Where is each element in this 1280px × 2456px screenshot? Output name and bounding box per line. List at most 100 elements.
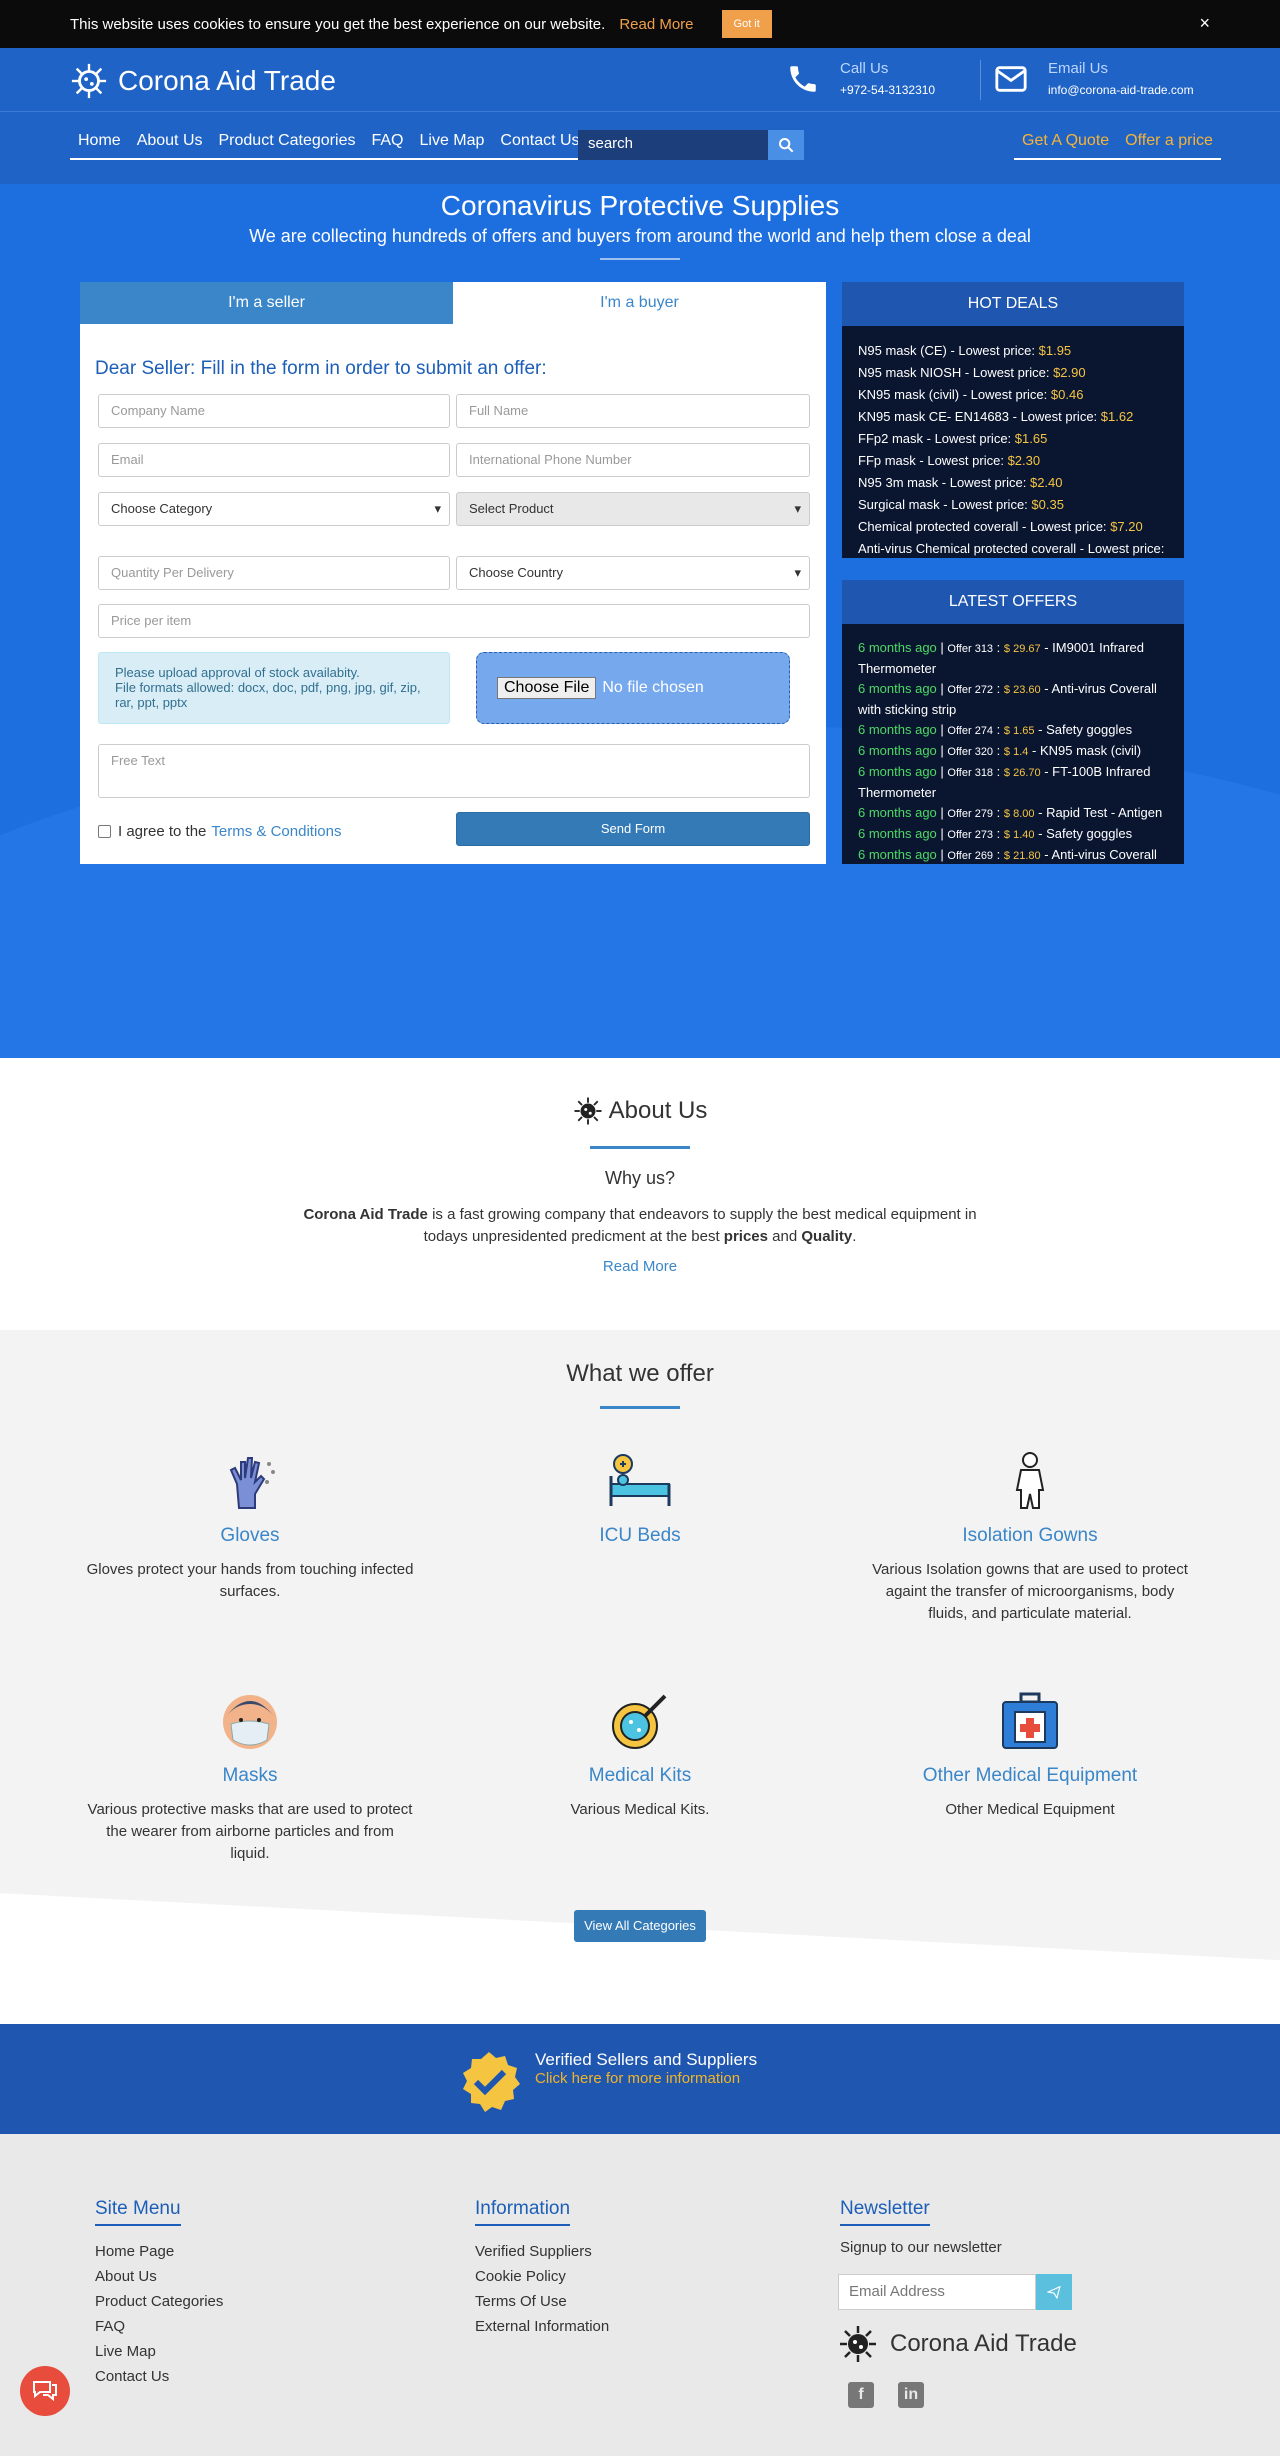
tab-seller[interactable]: I'm a seller: [80, 282, 453, 324]
newsletter-submit-button[interactable]: [1036, 2274, 1072, 2310]
latest-offer-item[interactable]: 6 months ago | Offer 320 : $ 1.4 - KN95 …: [858, 741, 1168, 762]
email-field[interactable]: Email: [98, 443, 450, 477]
tab-buyer[interactable]: I'm a buyer: [453, 282, 826, 324]
linkedin-icon[interactable]: in: [898, 2382, 924, 2408]
offer-number: Offer 272: [947, 684, 994, 696]
hot-deal-name: N95 3m mask - Lowest price:: [858, 475, 1027, 490]
icu-bed-icon: [609, 1454, 671, 1506]
latest-offer-item[interactable]: 6 months ago | Offer 269 : $ 21.80 - Ant…: [858, 845, 1168, 864]
offer-form: I'm a seller I'm a buyer Dear Seller: Fi…: [80, 282, 826, 864]
footer-link-terms[interactable]: Terms Of Use: [475, 2294, 609, 2309]
file-upload-dropzone[interactable]: Choose File No file chosen: [476, 652, 790, 724]
offer-title[interactable]: Isolation Gowns: [865, 1525, 1195, 1547]
nav-product-categories[interactable]: Product Categories: [219, 132, 356, 150]
offer-price: $ 8.00: [1003, 808, 1035, 820]
call-us[interactable]: Call Us +972-54-3132310: [786, 60, 935, 97]
hot-deal-item[interactable]: Anti-virus Chemical protected coverall -…: [858, 538, 1168, 558]
latest-offers-title: LATEST OFFERS: [842, 580, 1184, 624]
nav-contact-us[interactable]: Contact Us: [500, 132, 579, 150]
footer-logo[interactable]: Corona Aid Trade: [838, 2324, 1077, 2364]
hot-deal-item[interactable]: N95 3m mask - Lowest price: $2.40: [858, 472, 1168, 494]
nav-about-us[interactable]: About Us: [137, 132, 203, 150]
footer-link-categories[interactable]: Product Categories: [95, 2294, 223, 2309]
offer-icu-beds[interactable]: ICU Beds: [475, 1450, 805, 1559]
footer-information: Information Verified Suppliers Cookie Po…: [475, 2198, 609, 2334]
footer-link-verified[interactable]: Verified Suppliers: [475, 2244, 609, 2259]
offer-isolation-gowns[interactable]: Isolation Gowns Various Isolation gowns …: [865, 1450, 1195, 1625]
get-quote-link[interactable]: Get A Quote: [1014, 132, 1118, 160]
hot-deal-name: Chemical protected coverall - Lowest pri…: [858, 519, 1107, 534]
cookie-close-button[interactable]: ×: [1199, 13, 1210, 34]
price-field[interactable]: Price per item: [98, 604, 810, 638]
send-form-button[interactable]: Send Form: [456, 812, 810, 846]
nav-home[interactable]: Home: [78, 132, 121, 150]
country-select[interactable]: Choose Country: [456, 556, 810, 590]
verified-more-info-link[interactable]: Click here for more information: [535, 2070, 740, 2087]
about-read-more-link[interactable]: Read More: [0, 1258, 1280, 1275]
offer-title[interactable]: Gloves: [85, 1525, 415, 1547]
quantity-field[interactable]: Quantity Per Delivery: [98, 556, 450, 590]
footer-link-faq[interactable]: FAQ: [95, 2319, 223, 2334]
view-all-categories-button[interactable]: View All Categories: [574, 1910, 706, 1942]
hot-deal-item[interactable]: KN95 mask (civil) - Lowest price: $0.46: [858, 384, 1168, 406]
offer-title[interactable]: Medical Kits: [475, 1765, 805, 1787]
full-name-field[interactable]: Full Name: [456, 394, 810, 428]
hot-deal-item[interactable]: FFp2 mask - Lowest price: $1.65: [858, 428, 1168, 450]
cookie-read-more-link[interactable]: Read More: [619, 16, 693, 33]
latest-offer-item[interactable]: 6 months ago | Offer 272 : $ 23.60 - Ant…: [858, 679, 1168, 720]
terms-link[interactable]: Terms & Conditions: [211, 823, 341, 840]
latest-offer-item[interactable]: 6 months ago | Offer 313 : $ 29.67 - IM9…: [858, 638, 1168, 679]
offer-masks[interactable]: Masks Various protective masks that are …: [85, 1690, 415, 1865]
hot-deal-item[interactable]: N95 mask (CE) - Lowest price: $1.95: [858, 340, 1168, 362]
phone-number[interactable]: +972-54-3132310: [840, 83, 935, 97]
footer-link-cookie[interactable]: Cookie Policy: [475, 2269, 609, 2284]
product-select[interactable]: Select Product: [456, 492, 810, 526]
footer-link-external[interactable]: External Information: [475, 2319, 609, 2334]
offer-price-link[interactable]: Offer a price: [1117, 132, 1221, 160]
call-us-label: Call Us: [840, 60, 889, 77]
verified-badge-icon: [463, 2052, 520, 2112]
email-us[interactable]: Email Us info@corona-aid-trade.com: [994, 60, 1194, 97]
hot-deal-item[interactable]: Chemical protected coverall - Lowest pri…: [858, 516, 1168, 538]
hot-deal-name: FFp mask - Lowest price:: [858, 453, 1004, 468]
phone-field[interactable]: International Phone Number: [456, 443, 810, 477]
cookie-got-it-button[interactable]: Got it: [721, 10, 772, 38]
choose-file-button[interactable]: Choose File: [497, 677, 597, 699]
search-button[interactable]: [768, 130, 804, 160]
nav-faq[interactable]: FAQ: [371, 132, 403, 150]
about-text: Corona Aid Trade is a fast growing compa…: [300, 1204, 980, 1248]
verified-banner[interactable]: Verified Sellers and Suppliers Click her…: [0, 2024, 1280, 2134]
free-text-area[interactable]: Free Text: [98, 744, 810, 798]
newsletter-email-input[interactable]: Email Address: [838, 2274, 1036, 2310]
latest-offers-panel: LATEST OFFERS 6 months ago | Offer 313 :…: [842, 580, 1184, 864]
latest-offer-item[interactable]: 6 months ago | Offer 273 : $ 1.40 - Safe…: [858, 824, 1168, 845]
site-logo[interactable]: Corona Aid Trade: [70, 62, 336, 100]
hot-deal-item[interactable]: KN95 mask CE- EN14683 - Lowest price: $1…: [858, 406, 1168, 428]
offer-title[interactable]: Masks: [85, 1765, 415, 1787]
offer-gloves[interactable]: Gloves Gloves protect your hands from to…: [85, 1450, 415, 1603]
chat-button[interactable]: [20, 2366, 70, 2416]
footer-link-contact[interactable]: Contact Us: [95, 2369, 223, 2384]
offer-number: Offer 320: [947, 746, 994, 758]
category-select[interactable]: Choose Category: [98, 492, 450, 526]
offer-title[interactable]: Other Medical Equipment: [865, 1765, 1195, 1787]
hot-deal-item[interactable]: FFp mask - Lowest price: $2.30: [858, 450, 1168, 472]
offer-title[interactable]: ICU Beds: [475, 1525, 805, 1547]
virus-icon: [840, 2326, 876, 2362]
latest-offer-item[interactable]: 6 months ago | Offer 274 : $ 1.65 - Safe…: [858, 720, 1168, 741]
footer-link-about[interactable]: About Us: [95, 2269, 223, 2284]
email-address[interactable]: info@corona-aid-trade.com: [1048, 83, 1194, 97]
nav-live-map[interactable]: Live Map: [419, 132, 484, 150]
facebook-icon[interactable]: f: [848, 2382, 874, 2408]
footer-link-home[interactable]: Home Page: [95, 2244, 223, 2259]
offer-medical-kits[interactable]: Medical Kits Various Medical Kits.: [475, 1690, 805, 1821]
offer-other-medical-equipment[interactable]: Other Medical Equipment Other Medical Eq…: [865, 1690, 1195, 1821]
company-name-field[interactable]: Company Name: [98, 394, 450, 428]
footer-link-live-map[interactable]: Live Map: [95, 2344, 223, 2359]
terms-checkbox[interactable]: [98, 825, 111, 838]
latest-offer-item[interactable]: 6 months ago | Offer 279 : $ 8.00 - Rapi…: [858, 803, 1168, 824]
hot-deal-price: $2.30: [1007, 453, 1041, 468]
hot-deal-item[interactable]: N95 mask NIOSH - Lowest price: $2.90: [858, 362, 1168, 384]
hot-deal-item[interactable]: Surgical mask - Lowest price: $0.35: [858, 494, 1168, 516]
latest-offer-item[interactable]: 6 months ago | Offer 318 : $ 26.70 - FT-…: [858, 762, 1168, 803]
